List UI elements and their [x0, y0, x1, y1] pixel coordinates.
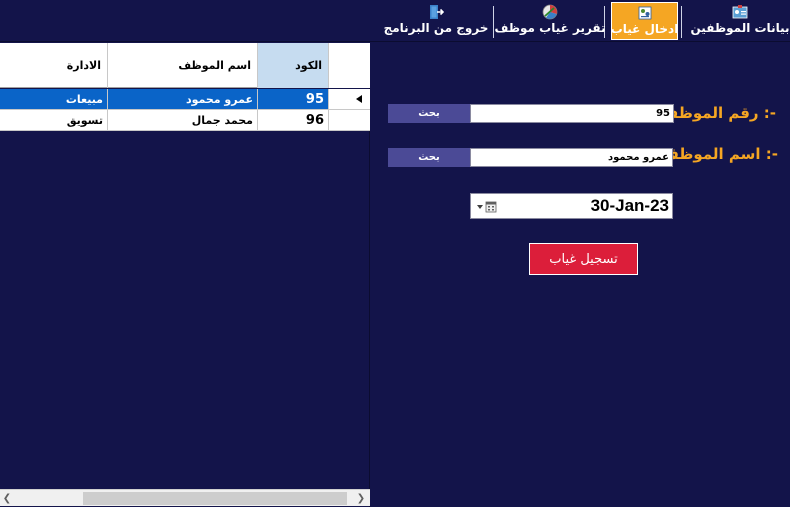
column-header-department[interactable]: الادارة — [0, 43, 108, 88]
menu-label: بيانات الموظفين — [690, 21, 790, 35]
menu-label: تقرير غياب موظف — [494, 21, 606, 35]
cell-name: محمد جمال — [108, 110, 258, 131]
menu-employees-data[interactable]: بيانات الموظفين — [690, 2, 790, 40]
absence-date-picker[interactable]: 30-Jan-23 — [470, 193, 673, 219]
cell-code: 96 — [258, 110, 329, 131]
menu-separator — [493, 6, 494, 38]
employee-number-label: رقم الموظف :- — [660, 104, 776, 122]
employee-number-field[interactable]: 95 — [470, 104, 674, 123]
cell-code: 95 — [258, 89, 329, 110]
menu-absence-report[interactable]: تقرير غياب موظف — [494, 2, 606, 40]
table-row[interactable]: تسويق محمد جمال 96 — [0, 110, 370, 131]
column-header-name[interactable]: اسم الموظف — [108, 43, 258, 88]
menu-exit-program[interactable]: خروج من البرنامج — [384, 2, 488, 40]
report-chart-icon — [542, 4, 558, 20]
cell-name: عمرو محمود — [108, 89, 258, 110]
employee-name-label: اسم الموظف :- — [661, 145, 778, 163]
grid-header: الادارة اسم الموظف الكود — [0, 43, 370, 88]
menu-bar: بيانات الموظفين ادخال غياب تقرير غياب مو… — [0, 0, 790, 42]
menu-label: ادخال غياب — [610, 22, 679, 36]
cell-department: مبيعات — [0, 89, 108, 110]
menu-absence-entry[interactable]: ادخال غياب — [611, 2, 678, 40]
exit-door-icon — [430, 5, 444, 19]
employee-card-icon — [732, 5, 748, 19]
scrollbar-thumb[interactable] — [83, 492, 347, 505]
cell-department: تسويق — [0, 110, 108, 131]
table-row[interactable]: مبيعات عمرو محمود 95 — [0, 89, 370, 110]
date-value: 30-Jan-23 — [590, 196, 669, 215]
row-selector[interactable] — [329, 110, 370, 131]
row-selector[interactable] — [329, 89, 370, 110]
date-dropdown-control[interactable] — [476, 200, 498, 214]
menu-separator — [681, 6, 682, 38]
calendar-dropdown-icon — [477, 201, 497, 213]
employee-name-field[interactable]: عمرو محمود — [470, 148, 673, 167]
absence-entry-icon — [638, 6, 651, 20]
grid-corner — [329, 43, 370, 88]
search-by-number-button[interactable]: بحث — [388, 104, 470, 123]
scroll-right-icon[interactable]: ❯ — [355, 492, 367, 505]
current-row-arrow-icon — [356, 95, 362, 103]
employees-grid: الادارة اسم الموظف الكود مبيعات عمرو محم… — [0, 43, 370, 507]
search-by-name-button[interactable]: بحث — [388, 148, 470, 167]
menu-label: خروج من البرنامج — [383, 21, 489, 35]
column-header-code[interactable]: الكود — [258, 43, 329, 88]
scroll-left-icon[interactable]: ❮ — [1, 492, 13, 505]
horizontal-scrollbar[interactable]: ❮ ❯ — [0, 489, 370, 506]
record-absence-button[interactable]: تسجيل غياب — [529, 243, 638, 275]
